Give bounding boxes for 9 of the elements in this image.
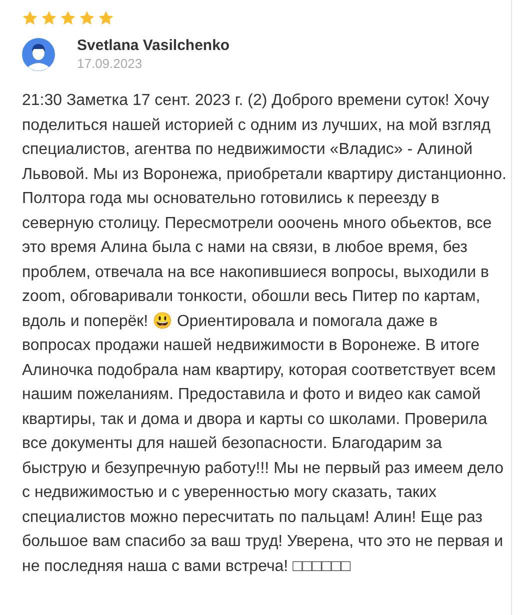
star-icon	[22, 10, 38, 26]
avatar-icon	[22, 38, 55, 70]
star-icon	[41, 10, 57, 26]
star-icon	[98, 10, 114, 26]
author-name: Svetlana Vasilchenko	[77, 36, 230, 55]
review-date: 17.09.2023	[77, 55, 144, 72]
star-icon	[60, 10, 76, 26]
star-icon	[79, 10, 95, 26]
review-text: 21:30 Заметка 17 сент. 2023 г. (2) Доброго времени суток! Хочу поделиться нашей историей с одним из лучших, на мой взгляд специалистов, агентва по недвижимости «Владис» - Алиной Львовой. Мы из Воронежа, приобретали квартиру дистанционно. Полтора года мы основательно готовились к переезду в северную столицу. Пересмотрели ооочень много обьектов, все это время Алина была с нами на связи, в любое время, без проблем, отвечала на все накопившиеся вопросы, выходили в zoom, обговаривали тонкости, обошли весь Питер по картам, вдоль и поперёк! 😃 Ориентировала и помогала даже в вопросах продажи нашей недвижимости в Воронеже. В итоге Алиночка подобрала нам квартиру, которая соответствует всем нашим пожеланиям. Предоставила и фото и видео как самой квартиры, так и дома и двора и карты со школами. Проверила все документы для нашей безопасности. Благодарим за быструю и безупречную работу!!! Мы не первый раз имеем дело с недвижимостью и с уверенностью могу сказать, таких специалистов можно пересчитать по пальцам! Алин! Еще раз большое вам спасибо за ваш труд! Уверена, что это не первая и не последняя наша с вами встреча! □□□□□□	[22, 91, 508, 576]
